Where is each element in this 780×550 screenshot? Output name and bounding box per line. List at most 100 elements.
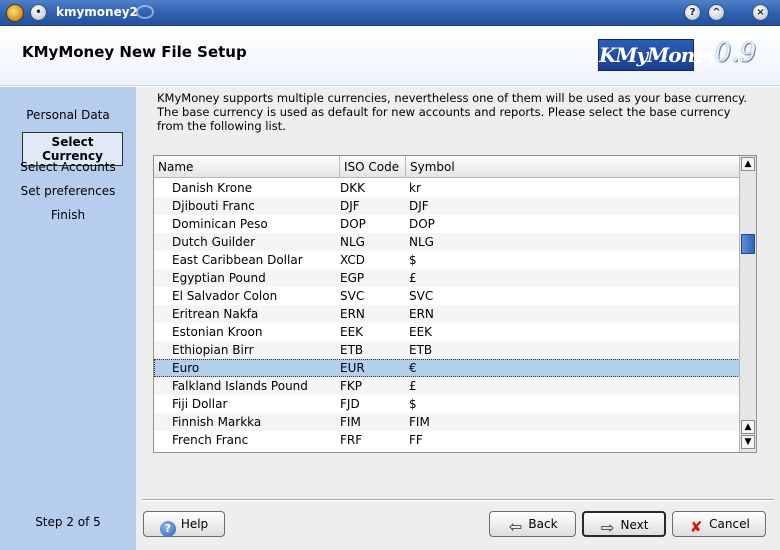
cell-symbol: DOP [409,217,435,231]
column-header-symbol[interactable]: Symbol [406,156,740,178]
wizard-main: KMyMoney supports multiple currencies, n… [136,87,780,550]
cell-symbol: SVC [409,289,434,303]
table-row[interactable]: Danish Krone DKK kr [154,179,740,197]
red-x-icon: ✘ [689,518,703,536]
wizard-steps-sidebar: Personal Data Select Currency Select Acc… [0,87,136,550]
window-menu-icon[interactable]: • [30,4,47,21]
scrollbar-thumb[interactable] [741,234,755,254]
arrow-left-icon: ⇦ [508,517,523,536]
scroll-up-icon[interactable]: ▲ [741,420,755,434]
window-minimize-button[interactable]: ^ [708,4,725,21]
cell-iso-code: NLG [340,235,365,249]
cell-symbol: $ [409,397,417,411]
cancel-button[interactable]: ✘ Cancel [672,511,766,537]
table-row[interactable]: French Franc FRF FF [154,431,740,449]
wizard-title: KMyMoney New File Setup [22,43,247,61]
cell-iso-code: DJF [340,199,360,213]
cell-name: Falkland Islands Pound [172,379,308,393]
cell-name: Djibouti Franc [172,199,255,213]
cell-symbol: kr [409,181,421,195]
cell-name: El Salvador Colon [172,289,278,303]
kmymoney-logo: KMyMoney [598,39,718,71]
table-row[interactable]: El Salvador Colon SVC SVC [154,287,740,305]
cell-iso-code: DOP [340,217,366,231]
cell-symbol: ETB [409,343,433,357]
cell-name: French Franc [172,433,249,447]
cell-iso-code: FIM [340,415,361,429]
currency-table[interactable]: Name ISO Code Symbol Danish Krone DKK kr Dj… [153,155,757,453]
titlebar-decoration-icon [136,5,154,19]
cell-symbol: £ [409,271,417,285]
cell-iso-code: FRF [340,433,363,447]
window-title: kmymoney2 [56,5,138,19]
table-rows: Danish Krone DKK kr Djibouti Franc DJF DJF Dom… [154,179,740,452]
table-row[interactable]: Falkland Islands Pound FKP £ [154,377,740,395]
step-finish: Finish [50,208,86,222]
cell-name: Euro [172,361,200,375]
table-scrollbar[interactable]: ▲ ▲ ▼ [739,156,756,452]
table-row[interactable]: Ethiopian Birr ETB ETB [154,341,740,359]
next-button-label: Next [620,518,649,532]
cell-symbol: FF [409,433,423,447]
column-header-iso-code[interactable]: ISO Code [340,156,406,178]
window-help-button[interactable]: ? [684,4,701,21]
wizard-header: KMyMoney New File Setup KMyMoney 0.9 [0,26,780,86]
scroll-up-top-icon[interactable]: ▲ [741,157,755,171]
help-button[interactable]: ? Help [143,511,225,537]
cell-iso-code: XCD [340,253,365,267]
cell-symbol: £ [409,379,417,393]
table-row[interactable]: Dutch Guilder NLG NLG [154,233,740,251]
step-personal-data: Personal Data [26,108,110,122]
cell-name: Fiji Dollar [172,397,228,411]
table-row[interactable]: Djibouti Franc DJF DJF [154,197,740,215]
table-row[interactable]: Estonian Kroon EEK EEK [154,323,740,341]
table-row[interactable]: Finnish Markka FIM FIM [154,413,740,431]
back-button[interactable]: ⇦ Back [489,511,576,537]
cell-symbol: ERN [409,307,434,321]
cell-name: Dominican Peso [172,217,268,231]
table-row[interactable]: Dominican Peso DOP DOP [154,215,740,233]
cell-name: Dutch Guilder [172,235,256,249]
cell-name: Danish Krone [172,181,253,195]
cell-iso-code: DKK [340,181,365,195]
help-button-label: Help [180,517,209,531]
cancel-button-label: Cancel [709,517,750,531]
cell-iso-code: SVC [340,289,365,303]
step-set-preferences: Set preferences [20,184,116,198]
button-separator [142,499,774,501]
cell-iso-code: ETB [340,343,364,357]
table-row[interactable]: Euro EUR € [154,359,740,377]
step-select-accounts: Select Accounts [20,160,116,174]
arrow-right-icon: ⇨ [600,518,615,537]
cell-symbol: NLG [409,235,434,249]
cell-iso-code: FKP [340,379,363,393]
help-circle-icon: ? [159,521,176,537]
cell-symbol: FIM [409,415,430,429]
table-row[interactable]: Egyptian Pound EGP £ [154,269,740,287]
cell-name: Eritrean Nakfa [172,307,259,321]
next-button[interactable]: ⇨ Next [582,511,666,537]
cell-name: Ethiopian Birr [172,343,254,357]
table-row[interactable]: East Caribbean Dollar XCD $ [154,251,740,269]
table-row[interactable]: Fiji Dollar FJD $ [154,395,740,413]
cell-iso-code: EUR [340,361,365,375]
table-header: Name ISO Code Symbol [154,156,740,178]
cell-iso-code: EEK [340,325,364,339]
window-close-button[interactable]: × [752,4,769,21]
cell-symbol: DJF [409,199,429,213]
cell-name: Finnish Markka [172,415,262,429]
cell-name: Egyptian Pound [172,271,266,285]
scroll-down-icon[interactable]: ▼ [741,435,755,449]
cell-iso-code: FJD [340,397,360,411]
back-button-label: Back [528,517,558,531]
cell-name: East Caribbean Dollar [172,253,303,267]
app-icon[interactable] [6,4,24,22]
cell-symbol: € [409,361,417,375]
cell-name: Estonian Kroon [172,325,263,339]
currency-description: KMyMoney supports multiple currencies, n… [157,91,748,133]
cell-iso-code: EGP [340,271,365,285]
column-header-name[interactable]: Name [154,156,340,178]
cell-symbol: EEK [409,325,433,339]
cell-symbol: $ [409,253,417,267]
table-row[interactable]: Eritrean Nakfa ERN ERN [154,305,740,323]
